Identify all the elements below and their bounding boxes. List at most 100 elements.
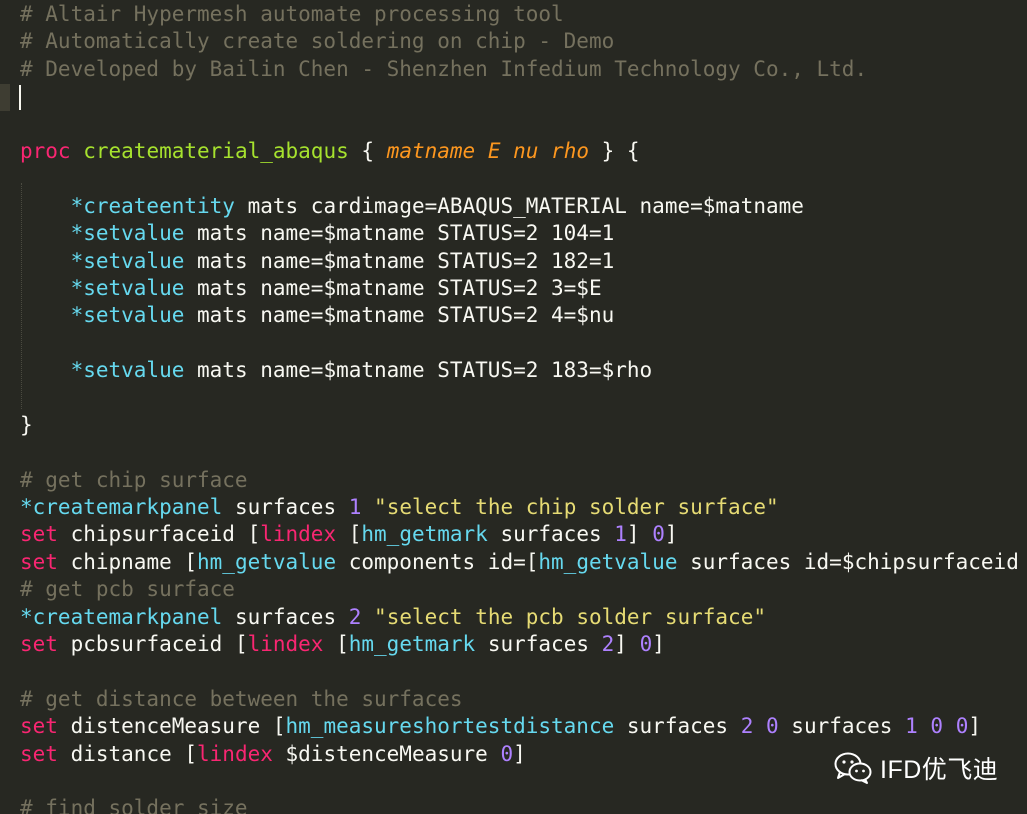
code-line[interactable]: ​ [20,330,1019,357]
code-token: *createmarkpanel [20,604,223,629]
code-token: pcbsurfaceid [ [57,631,248,656]
code-token: # Developed by Bailin Chen - Shenzhen In… [20,56,868,81]
code-line[interactable]: ​ [20,658,1019,685]
code-line[interactable]: ​ [20,384,1019,411]
code-line[interactable]: ​ [20,111,1019,138]
code-token: *setvalue [70,275,185,300]
code-token: set [20,631,58,656]
code-token: hm_getmark [348,631,476,656]
code-token: # Altair Hypermesh automate processing t… [20,2,564,26]
code-line[interactable]: ​ [20,165,1019,192]
current-line-gutter-marker [0,84,10,111]
code-token: distenceMeasure [ [57,714,286,739]
code-line[interactable]: set pcbsurfaceid [lindex [hm_getmark sur… [20,631,1019,658]
code-line[interactable]: # Altair Hypermesh automate processing t… [20,1,1019,28]
code-token: *setvalue [70,248,185,273]
code-token: surfaces [222,495,349,520]
code-token: lindex [197,741,273,766]
code-line[interactable]: *createmarkpanel surfaces 2 "select the … [20,604,1019,631]
code-token: 2 [601,631,615,656]
code-line[interactable]: ​ [20,83,1019,110]
code-token: [ [336,522,362,547]
code-token: 0 [766,714,779,739]
code-token: hm_getvalue [538,549,678,574]
code-token: # get chip surface [20,467,248,492]
code-token: 1 [905,714,918,739]
code-token: hm_measureshortestdistance [285,714,615,739]
code-token: surfaces [475,631,602,656]
code-line[interactable]: set chipname [hm_getvalue components id=… [20,549,1019,576]
code-line[interactable]: *setvalue mats name=$matname STATUS=2 18… [20,357,1019,384]
code-token: 1 [614,522,627,547]
code-token: hm_getvalue [197,549,337,574]
code-line[interactable]: *setvalue mats name=$matname STATUS=2 4=… [20,302,1019,329]
wechat-icon [834,752,872,784]
code-line[interactable]: } [20,412,1019,439]
code-token: surfaces [222,604,349,629]
code-token: mats name=$matname STATUS=2 183=$rho [184,358,653,383]
code-token: surfaces id=$chipsurfaceid [677,549,1019,574]
code-line[interactable]: # find solder size [20,795,1019,814]
code-line[interactable]: *setvalue mats name=$matname STATUS=2 18… [20,248,1019,275]
code-token: surfaces [778,714,906,739]
code-editor[interactable]: # Altair Hypermesh automate processing t… [0,0,1027,814]
code-token: } { [588,138,640,163]
code-token: hm_getmark [361,522,488,547]
code-token: chipsurfaceid [ [57,522,261,547]
code-token: mats name=$matname STATUS=2 182=1 [184,248,615,273]
code-token: surfaces [487,522,615,547]
code-token: creatematerial_abaqus [83,138,349,163]
code-token: mats cardimage=ABAQUS_MATERIAL name=$mat… [234,193,804,218]
code-line[interactable]: ​ [20,439,1019,466]
code-line[interactable]: # Developed by Bailin Chen - Shenzhen In… [20,56,1019,83]
code-token: ] [614,631,640,656]
code-token: lindex [260,522,337,547]
code-token: components id=[ [336,549,539,574]
code-token: 0 [500,741,514,766]
code-token: 0 [652,522,665,547]
watermark-text: IFD优飞迪 [880,756,999,784]
code-line[interactable]: # Automatically create soldering on chip… [20,28,1019,55]
code-token: 1 [348,495,362,520]
code-token: 2 [740,714,754,739]
code-token: distance [ [57,741,198,766]
code-token: ] [652,631,665,656]
code-line[interactable]: *setvalue mats name=$matname STATUS=2 10… [20,220,1019,247]
code-line[interactable]: set chipsurfaceid [lindex [hm_getmark su… [20,521,1019,548]
code-token: mats name=$matname STATUS=2 3=$E [184,275,602,300]
code-token: ] [513,741,526,766]
code-text-area[interactable]: # Altair Hypermesh automate processing t… [20,1,1019,814]
code-token: matname E nu rho [386,138,589,163]
code-token: *setvalue [70,221,185,246]
code-line[interactable]: *createmarkpanel surfaces 1 "select the … [20,494,1019,521]
code-token: 0 [639,631,653,656]
code-token: } [20,412,33,437]
code-line[interactable]: *setvalue mats name=$matname STATUS=2 3=… [20,275,1019,302]
code-token: ] [664,522,678,547]
code-token: proc [20,138,71,163]
code-line[interactable]: # get distance between the surfaces [20,686,1019,713]
code-token: mats name=$matname STATUS=2 4=$nu [184,303,615,328]
code-token: 0 [930,714,944,739]
code-token: ] [968,714,982,739]
code-token: set [20,741,58,766]
code-line[interactable]: set distenceMeasure [hm_measureshortestd… [20,713,1019,740]
code-token: set [20,522,58,547]
code-line[interactable]: # get pcb surface [20,576,1019,603]
code-token: ] [626,522,653,547]
code-token: lindex [247,631,324,656]
code-token: *setvalue [70,358,185,383]
code-line[interactable]: *createentity mats cardimage=ABAQUS_MATE… [20,193,1019,220]
code-line[interactable]: # get chip surface [20,467,1019,494]
code-line[interactable]: proc creatematerial_abaqus { matname E n… [20,138,1019,165]
